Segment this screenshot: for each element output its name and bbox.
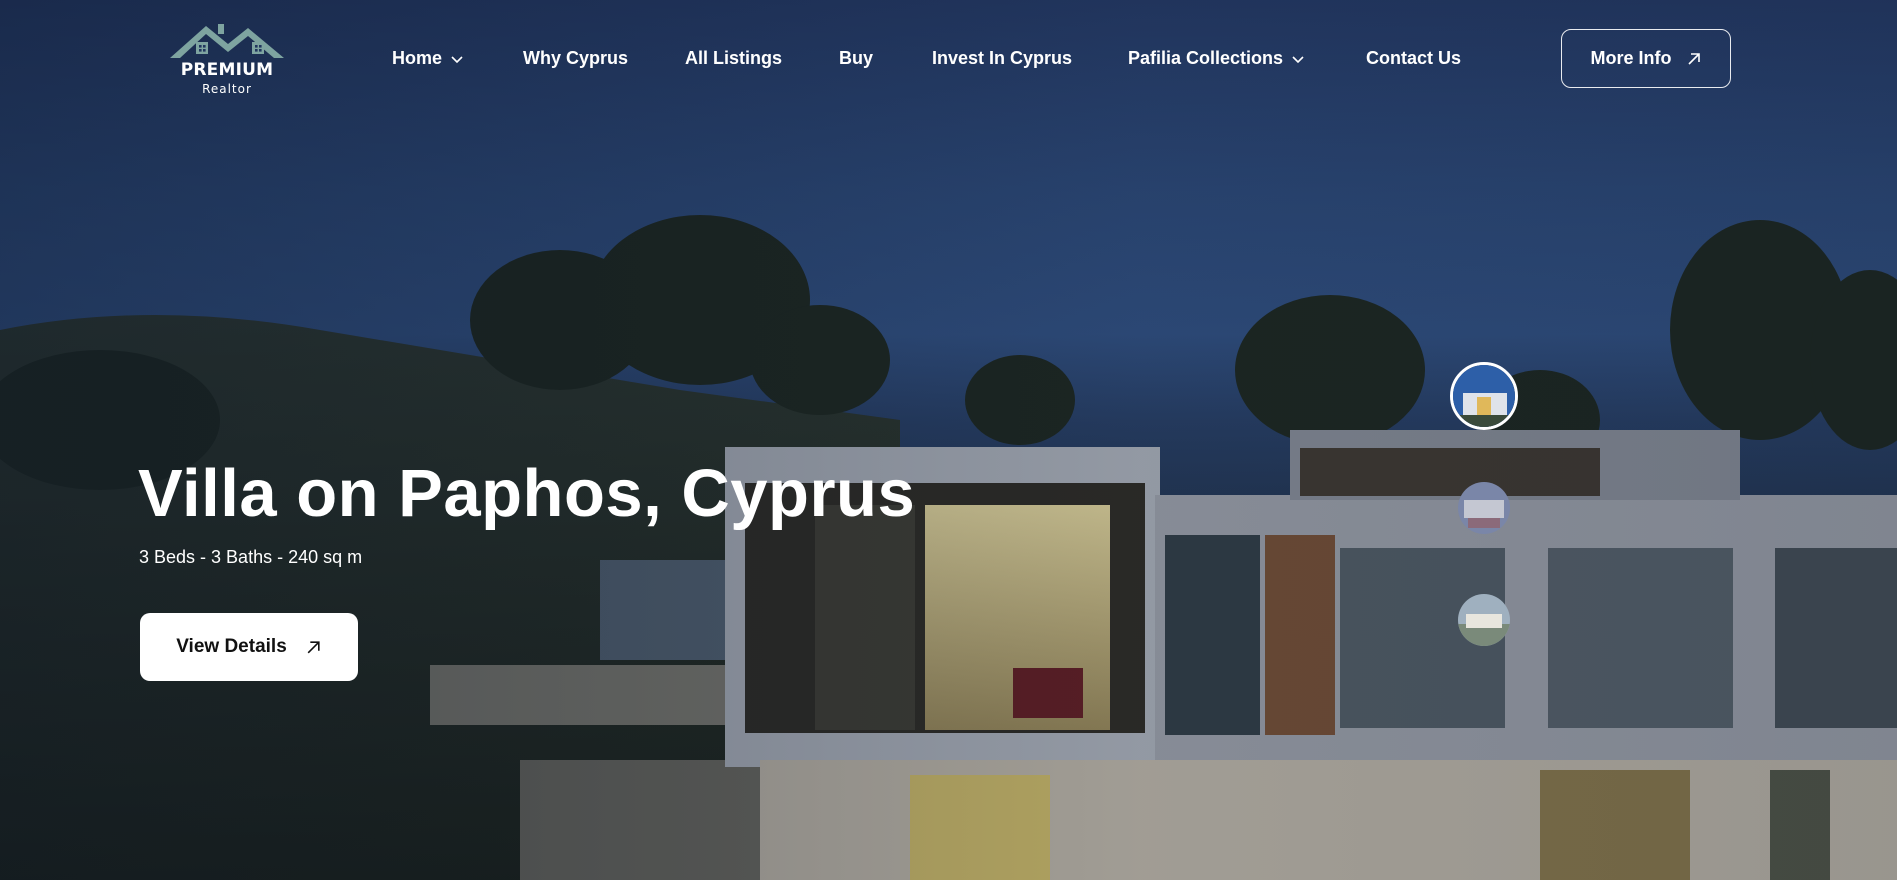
nav-item-contact-us[interactable]: Contact Us	[1366, 48, 1461, 69]
nav-label: Home	[392, 48, 443, 68]
hero-background	[0, 0, 1897, 880]
interior-thumbnail-image	[1458, 482, 1510, 534]
listing-title: Villa on Paphos, Cyprus	[138, 456, 916, 531]
chevron-down-icon	[1292, 55, 1304, 63]
nav-label: All Listings	[685, 48, 783, 68]
villa-night-thumbnail[interactable]	[1450, 362, 1518, 430]
exterior-pool-thumbnail[interactable]	[1458, 594, 1510, 646]
view-details-button[interactable]: View Details	[140, 613, 358, 681]
site-logo[interactable]: PREMIUM Realtor	[168, 22, 286, 100]
view-details-label: View Details	[176, 636, 287, 657]
site-header: PREMIUM Realtor Home Why Cyprus All List…	[0, 0, 1897, 120]
nav-item-pafilia-collections[interactable]: Pafilia Collections	[1128, 48, 1305, 69]
nav-item-home[interactable]: Home	[392, 48, 464, 69]
exterior-thumbnail-image	[1458, 594, 1510, 646]
nav-item-invest-in-cyprus[interactable]: Invest In Cyprus	[932, 48, 1072, 69]
nav-label: Buy	[839, 48, 874, 68]
arrow-up-right-icon	[307, 640, 320, 653]
nav-label: Pafilia Collections	[1128, 48, 1284, 68]
listing-specs: 3 Beds - 3 Baths - 240 sq m	[139, 547, 363, 567]
chevron-down-icon	[451, 55, 463, 63]
more-info-button[interactable]: More Info	[1561, 29, 1731, 88]
dark-overlay	[0, 0, 1897, 880]
nav-label: Contact Us	[1366, 48, 1462, 68]
arrow-up-right-icon	[1687, 52, 1700, 65]
nav-label: Invest In Cyprus	[932, 48, 1073, 68]
nav-item-buy[interactable]: Buy	[839, 48, 873, 69]
nav-item-why-cyprus[interactable]: Why Cyprus	[523, 48, 628, 69]
nav-label: Why Cyprus	[523, 48, 629, 68]
house-roof-icon	[170, 24, 284, 58]
nav-item-all-listings[interactable]: All Listings	[685, 48, 782, 69]
more-info-label: More Info	[1590, 48, 1672, 68]
interior-thumbnail[interactable]	[1458, 482, 1510, 534]
brand-tagline: Realtor	[202, 82, 252, 96]
villa-thumbnail-image	[1453, 365, 1515, 427]
brand-name: PREMIUM	[180, 60, 274, 80]
